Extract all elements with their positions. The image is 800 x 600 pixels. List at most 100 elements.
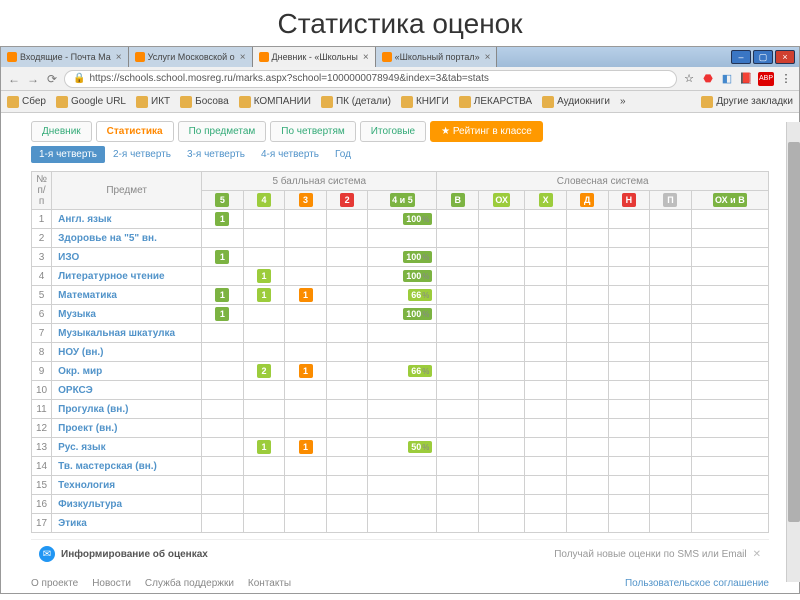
page-tab[interactable]: Дневник [31, 121, 92, 142]
page-tab[interactable]: ★ Рейтинг в классе [430, 121, 543, 142]
tab-close-icon[interactable]: × [485, 52, 491, 63]
verb-cell [479, 324, 525, 343]
forward-icon[interactable]: → [26, 72, 40, 86]
tab-close-icon[interactable]: × [240, 52, 246, 63]
bookmark-item[interactable]: ИКТ [136, 96, 170, 108]
subject-cell[interactable]: Физкультура [52, 495, 202, 514]
browser-tab[interactable]: Входящие - Почта Ма× [1, 47, 129, 67]
back-icon[interactable]: ← [7, 72, 21, 86]
grade-cell: 1 [243, 267, 285, 286]
ext-icon[interactable]: 📕 [739, 72, 753, 86]
bookmark-other[interactable]: Другие закладки [701, 96, 793, 108]
ext-icon[interactable]: ◧ [720, 72, 734, 86]
verb-cell [691, 229, 768, 248]
tab-label: Дневник - «Школьны [272, 52, 358, 62]
subject-cell[interactable]: Музыкальная шкатулка [52, 324, 202, 343]
pct-cell [368, 343, 437, 362]
browser-window: Входящие - Почта Ма×Услуги Московской о×… [0, 46, 800, 594]
table-row: 6Музыка1100 [32, 305, 769, 324]
browser-tab[interactable]: Дневник - «Школьны × [253, 47, 376, 67]
notification-bar[interactable]: ✉ Информирование об оценках Получай новы… [31, 539, 769, 568]
folder-icon [180, 96, 192, 108]
verb-cell [525, 400, 567, 419]
verb-cell [608, 438, 650, 457]
footer-right-link[interactable]: Пользовательское соглашение [625, 578, 769, 589]
footer-link[interactable]: Новости [92, 578, 131, 589]
footer-link[interactable]: Служба поддержки [145, 578, 234, 589]
quarter-tab[interactable]: 1-я четверть [31, 146, 105, 163]
browser-tab[interactable]: «Школьный портал»× [376, 47, 498, 67]
bookmark-item[interactable]: ЛЕКАРСТВА [459, 96, 532, 108]
footer-link[interactable]: Контакты [248, 578, 291, 589]
subject-cell[interactable]: Окр. мир [52, 362, 202, 381]
grade-header: 4 [243, 191, 285, 210]
row-num: 4 [32, 267, 52, 286]
verb-cell [479, 495, 525, 514]
stats-table: № п/п Предмет 5 балльная система Словесн… [31, 171, 769, 533]
subject-cell[interactable]: Математика [52, 286, 202, 305]
tab-close-icon[interactable]: × [116, 52, 122, 63]
subject-cell[interactable]: Литературное чтение [52, 267, 202, 286]
page-tab[interactable]: По предметам [178, 121, 267, 142]
pct-cell: 100 [368, 267, 437, 286]
subject-cell[interactable]: Прогулка (вн.) [52, 400, 202, 419]
quarter-tab[interactable]: 3-я четверть [179, 146, 253, 163]
maximize-button[interactable]: ▢ [753, 50, 773, 64]
bookmark-item[interactable]: КНИГИ [401, 96, 449, 108]
subject-cell[interactable]: Англ. язык [52, 210, 202, 229]
bookmark-item[interactable]: Аудиокниги [542, 96, 610, 108]
quarter-tab[interactable]: Год [327, 146, 359, 163]
star-icon[interactable]: ☆ [682, 72, 696, 86]
verb-cell [525, 419, 567, 438]
browser-tab[interactable]: Услуги Московской о× [129, 47, 253, 67]
scroll-thumb[interactable] [788, 142, 800, 522]
ext-icon[interactable]: ⬣ [701, 72, 715, 86]
row-num: 5 [32, 286, 52, 305]
url-input[interactable]: 🔒https://schools.school.mosreg.ru/marks.… [64, 70, 677, 88]
abp-icon[interactable]: ABP [758, 72, 774, 86]
tab-close-icon[interactable]: × [363, 52, 369, 63]
verb-cell [566, 267, 608, 286]
verb-cell [650, 267, 692, 286]
quarter-tab[interactable]: 4-я четверть [253, 146, 327, 163]
verb-cell [479, 229, 525, 248]
verb-cell [566, 324, 608, 343]
subject-cell[interactable]: Проект (вн.) [52, 419, 202, 438]
page-tab[interactable]: Статистика [96, 121, 174, 142]
footer-link[interactable]: О проекте [31, 578, 78, 589]
subject-cell[interactable]: НОУ (вн.) [52, 343, 202, 362]
table-row: 7Музыкальная шкатулка [32, 324, 769, 343]
verb-cell [437, 514, 479, 533]
bookmark-item[interactable]: Сбер [7, 96, 46, 108]
subject-cell[interactable]: Технология [52, 476, 202, 495]
bookmark-item[interactable]: Босова [180, 96, 229, 108]
menu-icon[interactable]: ⋮ [779, 72, 793, 86]
subject-cell[interactable]: ОРКСЭ [52, 381, 202, 400]
close-button[interactable]: × [775, 50, 795, 64]
table-row: 11Прогулка (вн.) [32, 400, 769, 419]
reload-icon[interactable]: ⟳ [45, 72, 59, 86]
subject-cell[interactable]: Этика [52, 514, 202, 533]
subject-cell[interactable]: ИЗО [52, 248, 202, 267]
subject-cell[interactable]: Тв. мастерская (вн.) [52, 457, 202, 476]
minimize-button[interactable]: – [731, 50, 751, 64]
bookmark-item[interactable]: Google URL [56, 96, 126, 108]
notif-close-icon[interactable]: ✕ [753, 549, 761, 560]
verb-cell [691, 305, 768, 324]
verb-cell [525, 495, 567, 514]
subject-cell[interactable]: Рус. язык [52, 438, 202, 457]
quarter-tab[interactable]: 2-я четверть [105, 146, 179, 163]
bookmark-item[interactable]: КОМПАНИИ [239, 96, 311, 108]
verb-cell [437, 229, 479, 248]
subject-cell[interactable]: Здоровье на "5" вн. [52, 229, 202, 248]
bookmark-item[interactable]: ПК (детали) [321, 96, 391, 108]
page-tab[interactable]: По четвертям [270, 121, 356, 142]
page-tab[interactable]: Итоговые [360, 121, 426, 142]
scrollbar[interactable] [786, 122, 800, 582]
subject-cell[interactable]: Музыка [52, 305, 202, 324]
col-5sys: 5 балльная система [202, 172, 437, 191]
bookmark-more[interactable]: » [620, 96, 626, 107]
grade-cell: 1 [202, 248, 244, 267]
verb-cell [437, 248, 479, 267]
verb-cell [479, 381, 525, 400]
